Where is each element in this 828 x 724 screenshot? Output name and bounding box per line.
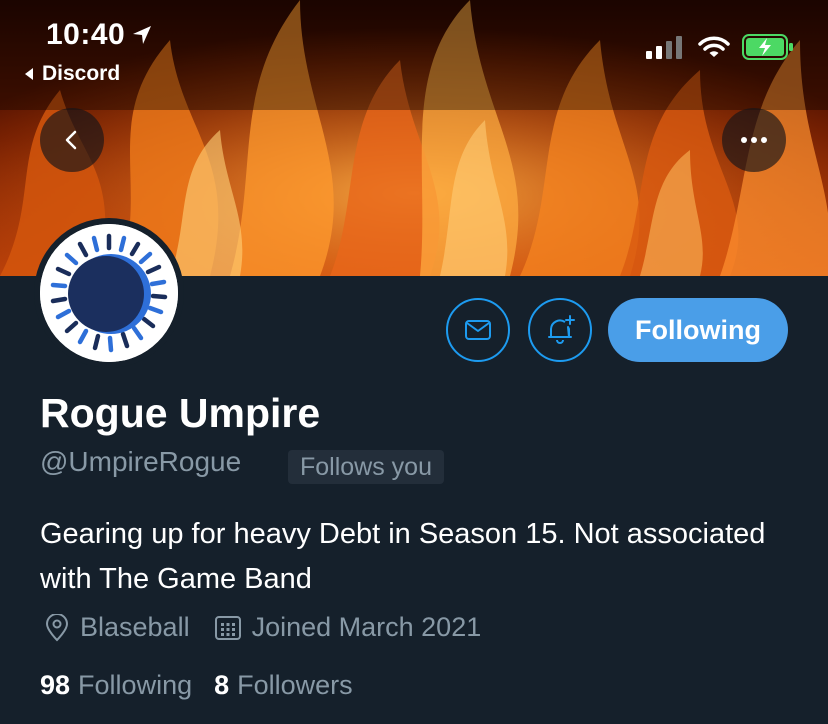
profile-name: Rogue Umpire	[40, 390, 321, 436]
followers-count[interactable]: 8	[214, 670, 229, 701]
following-label[interactable]: Following	[78, 670, 192, 701]
joined-item: Joined March 2021	[214, 612, 482, 643]
follows-you-badge: Follows you	[288, 450, 444, 484]
battery-charging-icon	[742, 34, 793, 60]
status-time: 10:40	[46, 18, 153, 52]
chevron-left-icon	[65, 130, 77, 150]
notifications-button[interactable]	[528, 298, 592, 362]
envelope-icon	[465, 320, 491, 340]
calendar-icon	[214, 615, 241, 640]
avatar-image	[40, 224, 178, 362]
following-button[interactable]: Following	[608, 298, 788, 362]
more-options-button[interactable]	[722, 108, 786, 172]
location-arrow-icon	[133, 26, 152, 44]
status-time-text: 10:40	[46, 18, 126, 51]
avatar[interactable]	[34, 218, 184, 368]
following-count[interactable]: 98	[40, 670, 70, 701]
back-button[interactable]	[40, 108, 104, 172]
joined-text: Joined March 2021	[251, 612, 482, 642]
cellular-signal-icon	[646, 36, 682, 59]
profile-meta: Blaseball Joined March 2021	[44, 612, 505, 643]
follow-stats: 98 Following 8 Followers	[40, 670, 375, 701]
back-app-label: Discord	[42, 62, 121, 85]
profile-bio: Gearing up for heavy Debt in Season 15. …	[40, 518, 766, 595]
profile-handle: @UmpireRogue	[40, 446, 242, 477]
message-button[interactable]	[446, 298, 510, 362]
eclipse-logo-image	[40, 224, 178, 362]
wifi-icon	[698, 36, 730, 57]
ellipsis-icon	[741, 137, 767, 143]
bell-plus-icon	[548, 315, 575, 344]
location-pin-icon	[45, 613, 69, 641]
location-item: Blaseball	[44, 612, 190, 643]
back-to-app-link[interactable]: Discord	[22, 62, 120, 86]
status-indicators	[646, 34, 794, 60]
location-text: Blaseball	[80, 612, 190, 642]
back-triangle-icon	[25, 68, 33, 80]
followers-label[interactable]: Followers	[237, 670, 353, 701]
